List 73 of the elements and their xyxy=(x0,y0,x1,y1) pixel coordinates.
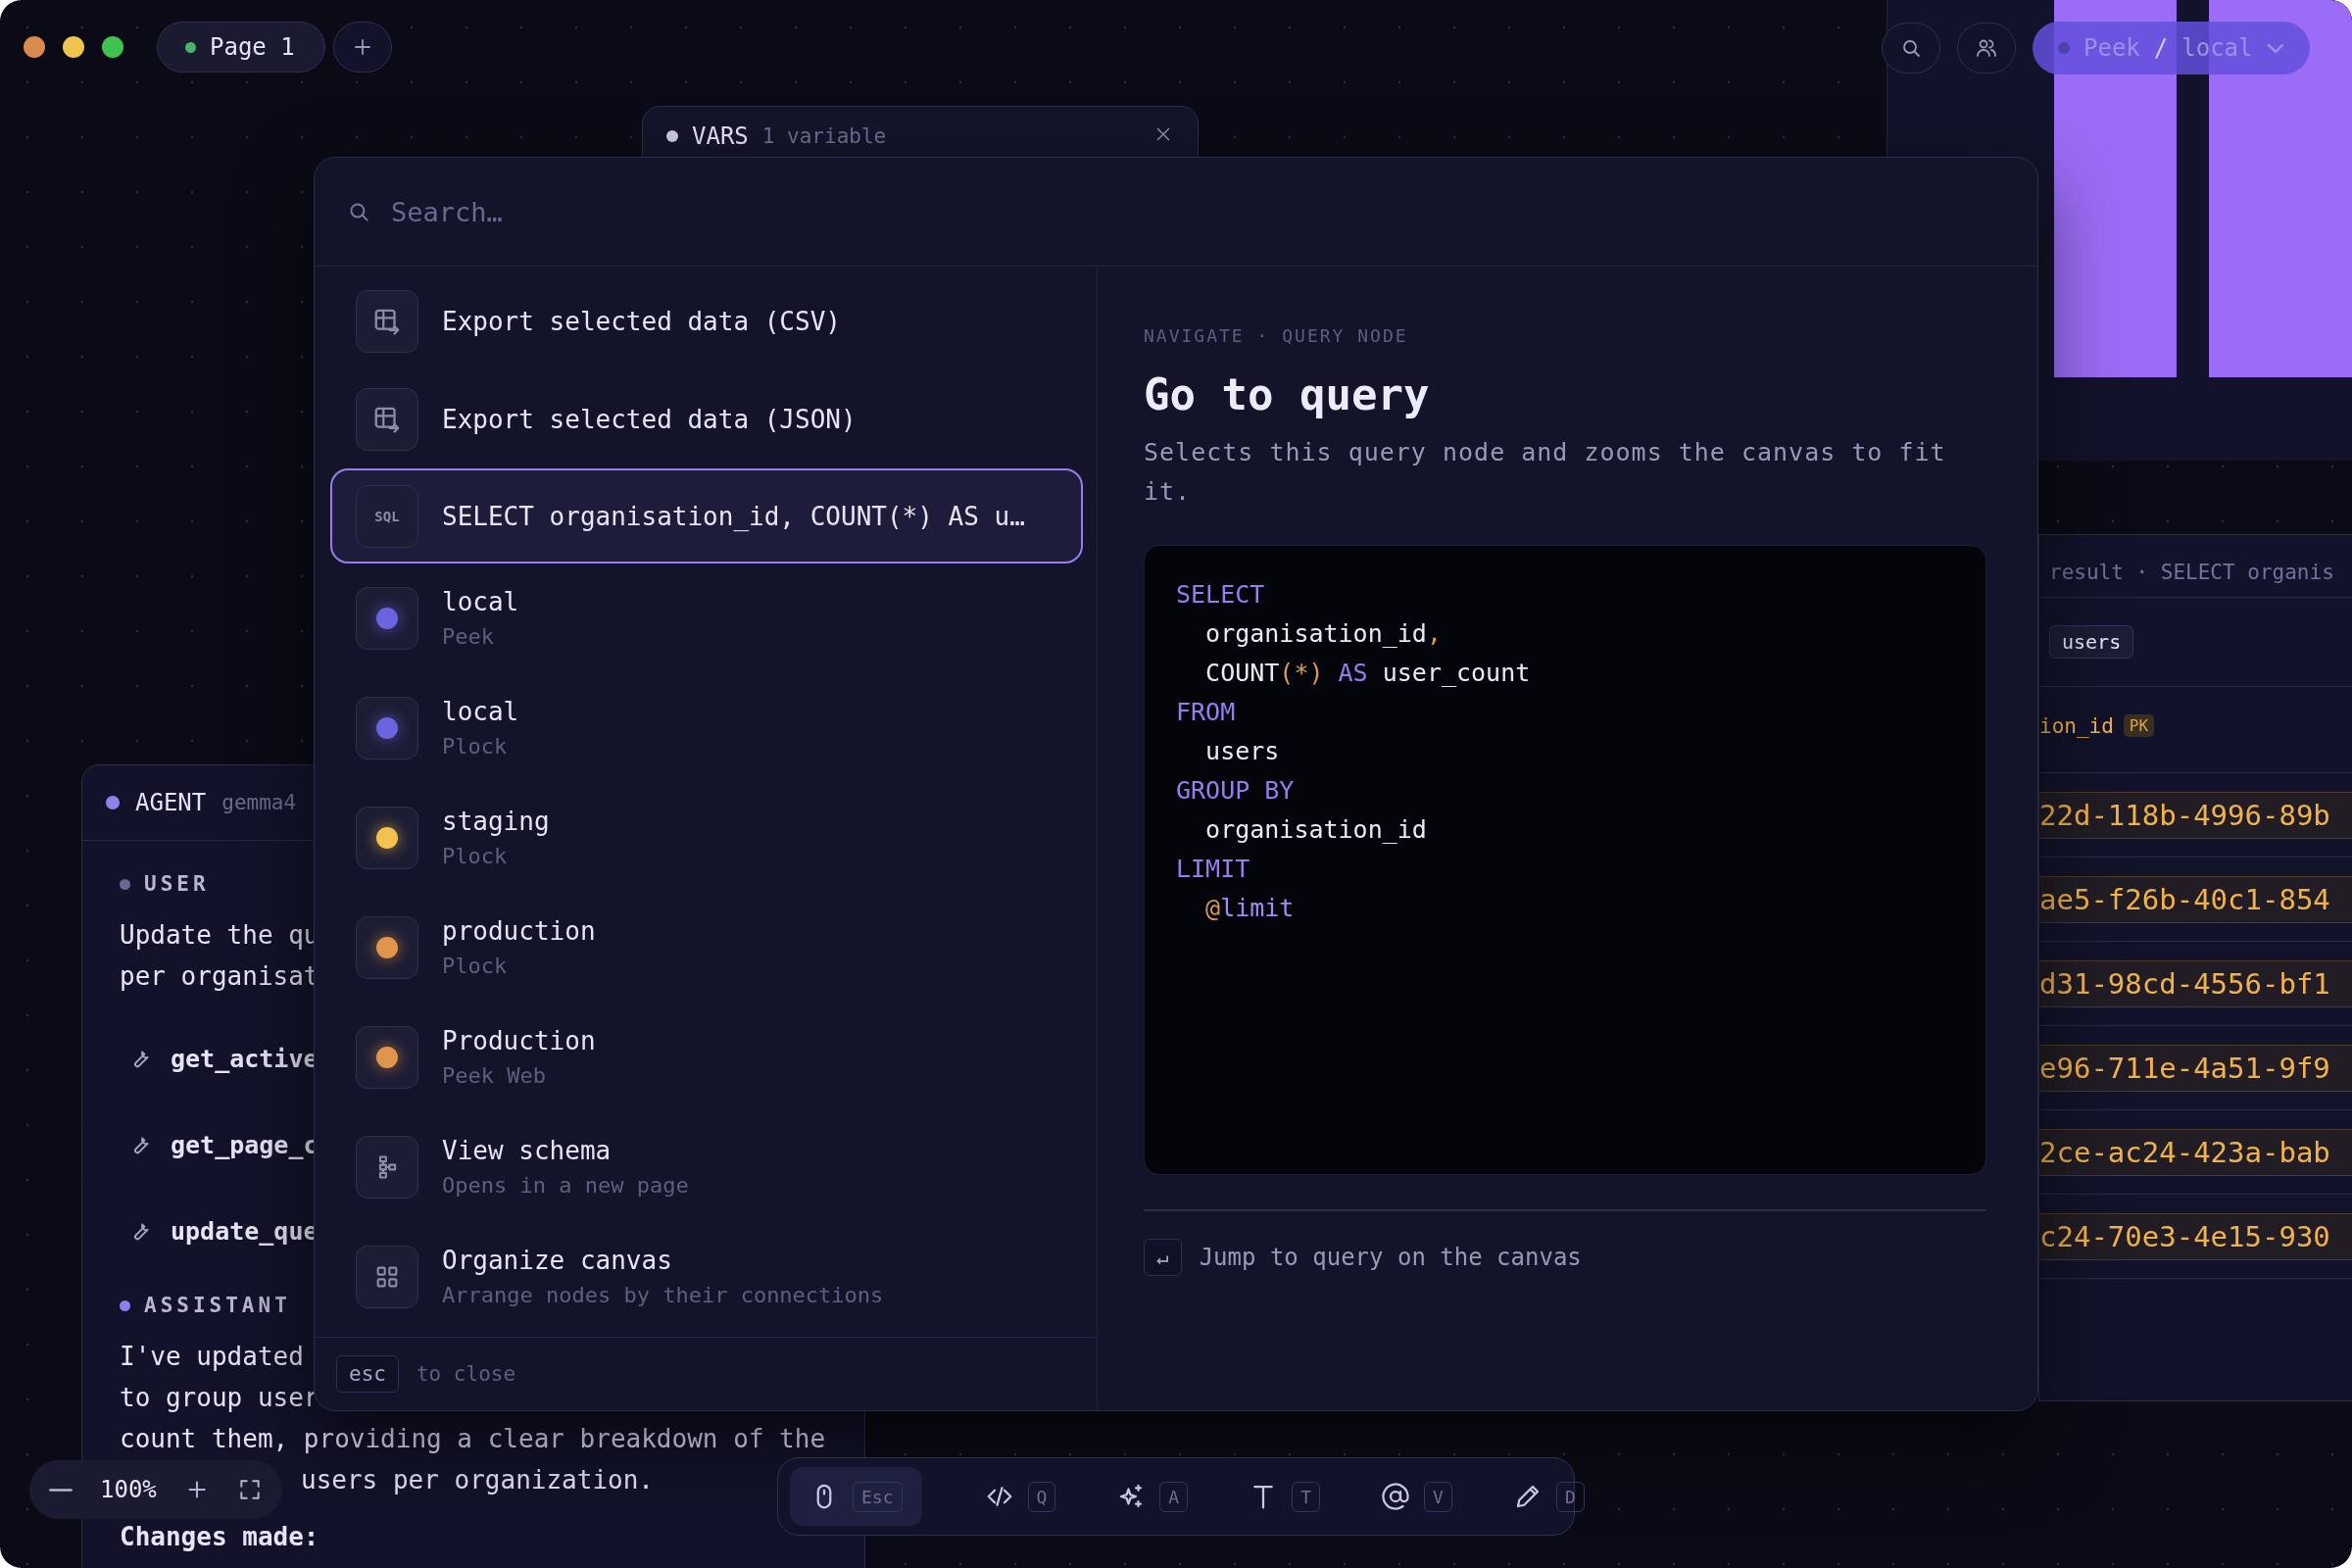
tool-call: update_que xyxy=(171,1216,318,1246)
table-cell: ae5-f26b-40c1-854 xyxy=(2039,875,2352,923)
panel-title: result · SELECT organis xyxy=(2049,561,2334,584)
tool-call: get_page_c xyxy=(171,1130,318,1159)
close-light[interactable] xyxy=(24,36,45,58)
status-dot xyxy=(666,130,678,142)
command-item[interactable]: Organize canvas Arrange nodes by their connections xyxy=(330,1222,1083,1332)
role-label: USER xyxy=(144,872,210,896)
command-item[interactable]: Export selected data (JSON) xyxy=(330,370,1083,468)
code-line: organisation_id, xyxy=(1204,619,1442,648)
command-item[interactable]: SQL SELECT organisation_id, COUNT(*) AS u… xyxy=(330,468,1083,564)
message-text: count them, providing a clear breakdown of the xyxy=(120,1424,826,1453)
panel-title: AGENT xyxy=(135,789,207,816)
tool-button[interactable]: V xyxy=(1361,1467,1472,1526)
chevron-down-icon xyxy=(2266,42,2284,54)
page-tab[interactable]: Page 1 xyxy=(157,22,325,73)
breadcrumb: NAVIGATE · QUERY NODE xyxy=(1144,325,1408,346)
key-hint: ↵ xyxy=(1144,1238,1182,1276)
message-text: to group user xyxy=(120,1383,319,1412)
zoom-out-button[interactable] xyxy=(49,1488,73,1492)
sql-icon: SQL xyxy=(374,508,400,524)
message-text: per organisat xyxy=(120,961,319,991)
table-cell: c24-70e3-4e15-930 xyxy=(2039,1212,2352,1260)
model-name: gemma4 xyxy=(221,791,297,814)
maximize-light[interactable] xyxy=(102,36,123,58)
tool-button[interactable]: Q xyxy=(964,1467,1076,1526)
message-text: I've updated xyxy=(120,1342,304,1371)
code-line: users xyxy=(1204,737,1280,765)
command-item[interactable]: View schema Opens in a new page xyxy=(330,1112,1083,1222)
action-label: Jump to query on the canvas xyxy=(1199,1243,1582,1271)
minus-icon xyxy=(49,1488,73,1492)
code-line: LIMIT xyxy=(1176,855,1250,883)
command-item[interactable]: Export selected data (CSV) xyxy=(330,272,1083,370)
table-cell: d31-98cd-4556-bf1 xyxy=(2039,959,2352,1007)
code-line: FROM xyxy=(1176,698,1236,726)
tool-button[interactable]: D xyxy=(1493,1467,1604,1526)
command-item[interactable]: Production Peek Web xyxy=(330,1003,1083,1112)
table-tag: users xyxy=(2049,625,2134,659)
role-label: ASSISTANT xyxy=(144,1294,291,1317)
code-line: GROUP BY xyxy=(1176,776,1295,805)
code-line: organisation_id xyxy=(1204,815,1427,844)
close-hint: to close xyxy=(416,1362,516,1386)
role-dot xyxy=(120,878,130,890)
table-cell: 2ce-ac24-423a-bab xyxy=(2039,1128,2352,1176)
column-header: ion_id xyxy=(2039,714,2114,738)
code-line: SELECT xyxy=(1176,580,1265,609)
role-dot xyxy=(120,1299,130,1311)
table-export-icon xyxy=(372,307,402,336)
at-sign-icon xyxy=(1381,1482,1411,1511)
panel-title: VARS xyxy=(692,122,749,150)
variable-count: 1 variable xyxy=(761,124,887,148)
command-item[interactable]: local Plock xyxy=(330,673,1083,783)
preview-title: Go to query xyxy=(1144,369,1430,419)
table-cell: e96-711e-4a51-9f9 xyxy=(2039,1044,2352,1092)
zoom-level: 100% xyxy=(100,1476,157,1503)
table-cell: 22d-118b-4996-89b xyxy=(2039,791,2352,839)
command-item[interactable]: production Plock xyxy=(330,893,1083,1003)
search-field[interactable]: Search… xyxy=(389,195,1275,228)
minimize-light[interactable] xyxy=(63,36,84,58)
command-item[interactable]: staging Plock xyxy=(330,783,1083,893)
key-badge: PK xyxy=(2123,714,2155,737)
message-heading: Changes made: xyxy=(120,1522,319,1551)
tool-button[interactable]: T xyxy=(1229,1467,1341,1526)
code-line: @limit xyxy=(1204,894,1295,922)
status-dot xyxy=(106,796,120,809)
table-export-icon xyxy=(372,405,402,434)
key-hint: esc xyxy=(336,1355,399,1393)
code-line: COUNT(*) AS user_count xyxy=(1204,659,1531,687)
tool-button[interactable]: A xyxy=(1097,1467,1208,1526)
tool-call: get_active xyxy=(171,1044,318,1073)
preview-description: Selects this query node and zooms the canvas to fit it. xyxy=(1144,437,1947,508)
command-item[interactable]: local Peek xyxy=(330,564,1083,673)
message-text: users per organization. xyxy=(301,1465,655,1494)
